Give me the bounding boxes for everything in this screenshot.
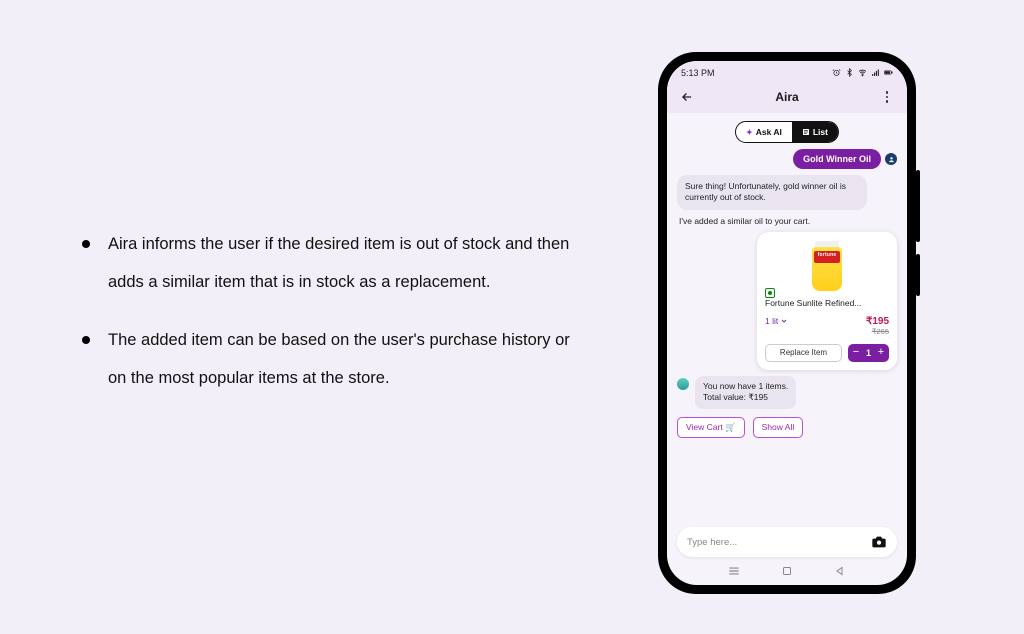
quantity-stepper: − 1 + (848, 344, 889, 362)
qty-decrement-button[interactable]: − (848, 344, 864, 362)
signal-icon (871, 68, 880, 77)
message-input[interactable] (687, 537, 863, 548)
triangle-left-icon (834, 565, 846, 577)
back-button[interactable] (677, 87, 697, 107)
bullet-list: Aira informs the user if the desired ite… (78, 226, 578, 398)
android-nav-bar (667, 561, 907, 585)
description-panel: Aira informs the user if the desired ite… (78, 226, 578, 418)
qty-increment-button[interactable]: + (873, 344, 889, 362)
bot-message-bubble: Sure thing! Unfortunately, gold winner o… (677, 175, 867, 210)
phone-frame: 5:13 PM Aira ✦ Ask AI (658, 52, 916, 594)
unit-selector[interactable]: 1 lit (765, 316, 788, 326)
square-icon (781, 565, 793, 577)
product-name: Fortune Sunlite Refined... (765, 298, 889, 308)
page-title: Aira (667, 90, 907, 104)
view-cart-button[interactable]: View Cart 🛒 (677, 417, 745, 438)
person-icon (888, 156, 895, 163)
phone-screen: 5:13 PM Aira ✦ Ask AI (667, 61, 907, 585)
status-bar: 5:13 PM (667, 61, 907, 81)
show-all-button[interactable]: Show All (753, 417, 804, 438)
bluetooth-icon (845, 68, 854, 77)
product-card[interactable]: fortune Fortune Sunlite Refined... 1 lit… (757, 232, 897, 370)
app-header: Aira (667, 81, 907, 113)
status-icons (832, 68, 893, 77)
alarm-icon (832, 68, 841, 77)
unit-value: 1 lit (765, 316, 778, 326)
recents-button[interactable] (727, 564, 741, 578)
status-time: 5:13 PM (681, 68, 715, 78)
arrow-left-icon (680, 90, 694, 104)
chat-area: Gold Winner Oil Sure thing! Unfortunatel… (667, 149, 907, 521)
bot-message-plain: I've added a similar oil to your cart. (677, 216, 897, 226)
message-input-bar (677, 527, 897, 557)
home-button[interactable] (780, 564, 794, 578)
back-nav-button[interactable] (833, 564, 847, 578)
bullet-item: Aira informs the user if the desired ite… (78, 226, 578, 302)
user-avatar (885, 153, 897, 165)
more-options-button[interactable] (877, 87, 897, 107)
bullet-item: The added item can be based on the user'… (78, 322, 578, 398)
product-image: fortune (799, 238, 855, 294)
summary-line: Total value: ₹195 (703, 392, 788, 403)
phone-power-button (916, 254, 920, 296)
segment-label: List (813, 127, 828, 137)
segment-list[interactable]: List (792, 122, 838, 142)
user-message-bubble: Gold Winner Oil (793, 149, 881, 169)
user-message-row: Gold Winner Oil (677, 149, 897, 169)
price-block: ₹195 ₹265 (866, 316, 889, 336)
segment-label: Ask AI (756, 127, 782, 137)
phone-volume-button (916, 170, 920, 242)
qty-value: 1 (864, 348, 873, 358)
battery-icon (884, 68, 893, 77)
bot-avatar (677, 378, 689, 390)
segment-ask-ai[interactable]: ✦ Ask AI (736, 122, 792, 142)
product-mrp: ₹265 (866, 327, 889, 336)
veg-indicator-icon (765, 288, 775, 298)
product-price: ₹195 (866, 316, 889, 327)
product-pack-brand: fortune (812, 252, 842, 258)
summary-row: You now have 1 items. Total value: ₹195 (677, 376, 897, 409)
list-icon (802, 128, 810, 136)
sparkle-icon: ✦ (746, 128, 753, 137)
bot-message-row: Sure thing! Unfortunately, gold winner o… (677, 175, 897, 210)
replace-item-button[interactable]: Replace Item (765, 344, 842, 362)
wifi-icon (858, 68, 867, 77)
cta-row: View Cart 🛒 Show All (677, 417, 897, 438)
cart-summary-bubble: You now have 1 items. Total value: ₹195 (695, 376, 796, 409)
camera-icon[interactable] (871, 534, 887, 550)
summary-line: You now have 1 items. (703, 381, 788, 392)
menu-lines-icon (727, 564, 741, 578)
chevron-down-icon (780, 317, 788, 325)
mode-segmented-control: ✦ Ask AI List (667, 113, 907, 149)
